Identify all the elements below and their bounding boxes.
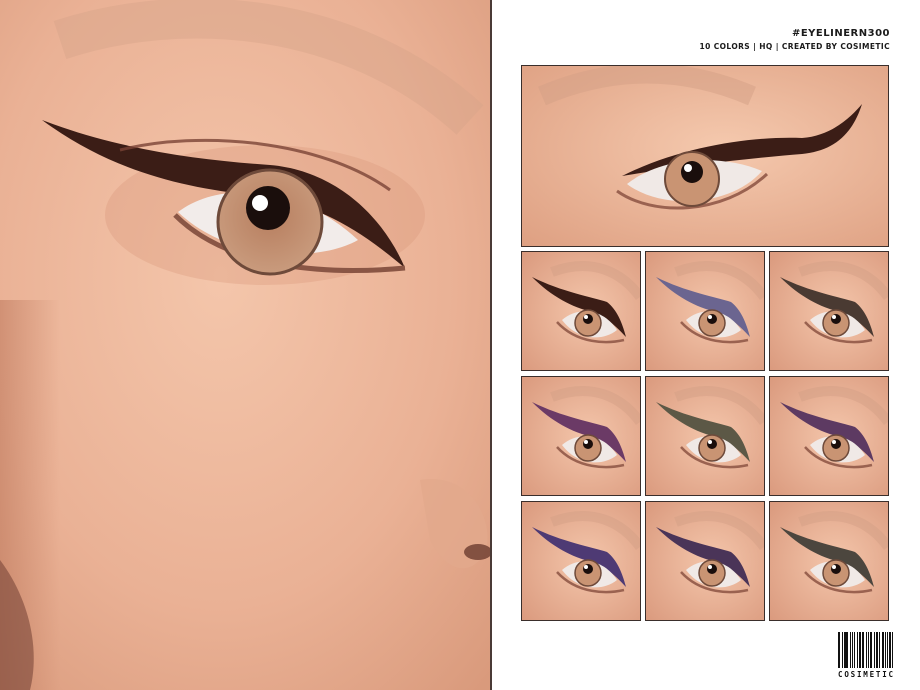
barcode-bar [882, 632, 884, 668]
barcode-bar [873, 632, 875, 668]
barcode-bar [845, 632, 848, 668]
hero-eye-illustration [0, 0, 490, 690]
barcode-bar [849, 632, 851, 668]
color-swatch-5 [645, 376, 765, 496]
color-swatch-3 [769, 251, 889, 371]
barcode-bar [861, 632, 865, 668]
color-swatch-grid [521, 251, 889, 621]
color-swatch-4 [521, 376, 641, 496]
product-name: #EYELINERN300 [791, 28, 890, 39]
color-swatch-1 [521, 251, 641, 371]
brand-logo: COSIMETIC [838, 632, 894, 680]
barcode-bar [851, 632, 854, 668]
barcode-bar [870, 632, 872, 668]
barcode-bar [884, 632, 886, 668]
main-preview-image [521, 65, 889, 247]
color-swatch-6 [769, 376, 889, 496]
barcode-bar [857, 632, 859, 668]
barcode-bar [843, 632, 845, 668]
barcode-bar [889, 632, 892, 668]
barcode-bar [854, 632, 856, 668]
barcode-bar [838, 632, 840, 668]
product-subtitle: 10 COLORS | HQ | CREATED BY COSIMETIC [699, 42, 890, 51]
barcode-bar [886, 632, 888, 668]
product-title-block: #EYELINERN300 10 COLORS | HQ | CREATED B… [700, 28, 891, 51]
main-preview-eye [522, 66, 888, 246]
color-swatch-2 [645, 251, 765, 371]
color-swatch-8 [645, 501, 765, 621]
barcode-bar [868, 632, 870, 668]
barcode-bar [875, 632, 879, 668]
barcode-bar [879, 632, 881, 668]
hero-closeup-image [0, 0, 490, 690]
barcode-icon [838, 632, 894, 668]
barcode-bar [892, 632, 893, 668]
logo-text: COSIMETIC [838, 670, 895, 679]
barcode-bar [859, 632, 861, 668]
color-swatch-9 [769, 501, 889, 621]
barcode-bar [841, 632, 843, 668]
color-swatch-7 [521, 501, 641, 621]
barcode-bar [866, 632, 868, 668]
